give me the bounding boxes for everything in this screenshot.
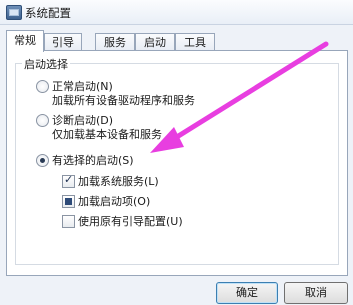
window-title: 系统配置 bbox=[25, 6, 71, 20]
tab-general[interactable]: 常规 bbox=[6, 30, 44, 52]
ok-button[interactable]: 确定 bbox=[216, 282, 278, 304]
tab-boot[interactable]: 引导 bbox=[44, 33, 82, 51]
title-bar: 系统配置 bbox=[0, 0, 353, 25]
normal-startup-desc: 加载所有设备驱动程序和服务 bbox=[52, 94, 195, 107]
use-original-boot-config-checkbox[interactable] bbox=[62, 215, 75, 228]
tab-tools[interactable]: 工具 bbox=[175, 33, 215, 51]
diagnostic-startup-radio[interactable] bbox=[36, 114, 49, 127]
startup-selection-group: 启动选择 正常启动(N) 加载所有设备驱动程序和服务 诊断启动(D) 仅加载基本… bbox=[15, 56, 339, 265]
tab-services[interactable]: 服务 bbox=[95, 33, 135, 51]
load-system-services-checkbox[interactable] bbox=[62, 173, 75, 188]
cancel-button[interactable]: 取消 bbox=[284, 282, 348, 304]
load-system-services-label[interactable]: 加载系统服务(L) bbox=[78, 173, 159, 189]
normal-startup-radio[interactable] bbox=[36, 80, 49, 93]
load-startup-items-checkbox[interactable] bbox=[62, 195, 75, 208]
general-tab-panel: 启动选择 正常启动(N) 加载所有设备驱动程序和服务 诊断启动(D) 仅加载基本… bbox=[6, 50, 348, 276]
msconfig-icon bbox=[6, 5, 22, 20]
load-startup-items-label[interactable]: 加载启动项(O) bbox=[78, 193, 150, 209]
startup-selection-legend: 启动选择 bbox=[22, 56, 70, 72]
selective-startup-radio[interactable] bbox=[36, 154, 49, 167]
tab-startup[interactable]: 启动 bbox=[135, 33, 175, 51]
diagnostic-startup-desc: 仅加载基本设备和服务 bbox=[52, 128, 162, 141]
selective-startup-label[interactable]: 有选择的启动(S) bbox=[52, 152, 134, 168]
use-original-boot-config-label[interactable]: 使用原有引导配置(U) bbox=[78, 213, 183, 229]
